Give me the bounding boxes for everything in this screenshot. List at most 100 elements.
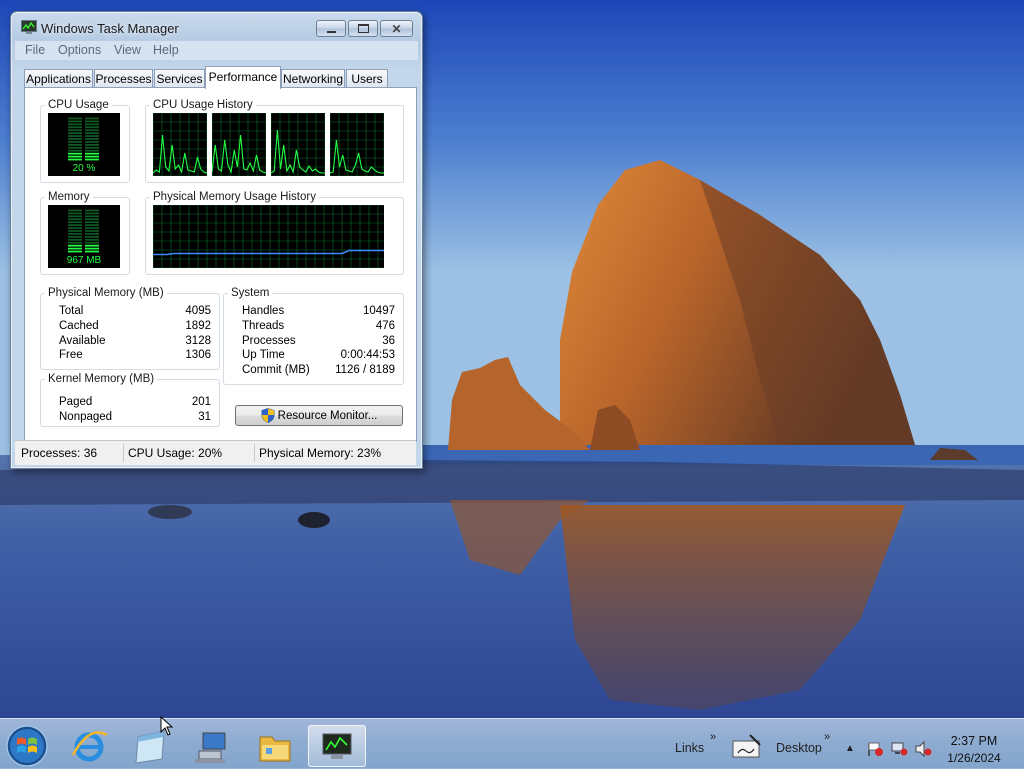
action-center-tray-button[interactable] [866,741,884,757]
memory-meter-segment [85,238,99,241]
resource-monitor-button[interactable]: Resource Monitor... [235,405,403,426]
cpu-meter-segment [85,135,99,137]
memory-meter-segment [85,236,99,238]
taskbar-task-manager[interactable] [308,725,366,767]
tab-performance[interactable]: Performance [205,66,281,89]
cpu-meter-segment [68,117,82,120]
cpu-history-graph-core-2 [212,113,266,176]
minimize-button[interactable] [316,20,346,37]
row-name: Free [59,349,83,361]
status-separator [123,444,124,462]
cpu-meter-segment [68,141,82,143]
row-value: 31 [198,411,211,423]
memory-meter-segment [85,244,99,247]
system-label: System [228,286,273,300]
memory-meter-segment [85,233,99,235]
network-computer-icon [195,732,226,763]
cpu-meter-segment [68,158,82,161]
memory-history-graph [153,205,384,268]
cpu-meter-segment [68,132,82,134]
cpu-meter-segment [85,126,99,129]
status-cpu: CPU Usage: 20% [128,446,223,460]
desktop-toolbar[interactable]: Desktop [776,741,822,755]
taskbar: Links » Desktop » ▲ 2:37 PM 1/26/2024 [0,718,1024,769]
cpu-history-graph-core-4 [330,113,384,176]
kernel-memory-row-nonpaged: Nonpaged 31 [59,410,211,424]
cpu-meter-segment [68,138,82,140]
memory-meter-segment [68,233,82,235]
cpu-meter-segment [85,152,99,155]
cpu-meter-segment [68,144,82,146]
system-row-processes: Processes 36 [242,334,395,348]
links-chevron-icon[interactable]: » [710,731,716,743]
kernel-memory-label: Kernel Memory (MB) [45,372,158,386]
start-button[interactable] [2,722,52,768]
row-value: 36 [382,335,395,347]
taskbar-internet-explorer[interactable] [63,725,115,767]
cpu-usage-group: CPU Usage 20 % [40,98,130,183]
maximize-button[interactable] [348,20,378,37]
system-row-threads: Threads 476 [242,319,395,333]
system-group: System Handles 10497 Threads 476 Process… [223,286,404,385]
tablet-input-button[interactable] [730,731,764,761]
row-value: 4095 [185,305,211,317]
cpu-meter-segment [85,123,99,126]
show-hidden-icons-icon[interactable]: ▲ [845,743,855,754]
memory-history-label: Physical Memory Usage History [150,190,319,204]
memory-meter-segment [68,221,82,224]
row-value: 10497 [363,305,395,317]
memory-meter-segment [85,247,99,250]
close-button[interactable]: ✕ [380,20,413,37]
task-manager-window: Windows Task Manager ✕ File Options View… [10,11,423,469]
memory-meter-segment [68,244,82,247]
network-status-icon [891,742,908,756]
links-toolbar[interactable]: Links [675,741,704,755]
start-orb-icon [6,725,48,767]
tab-networking[interactable]: Networking [281,69,345,87]
taskbar-network[interactable] [185,725,237,767]
close-icon: ✕ [391,21,402,36]
menu-file[interactable]: File [25,43,45,57]
status-separator [254,444,255,462]
clock-date[interactable]: 1/26/2024 [940,751,1008,765]
tab-applications[interactable]: Applications [24,69,93,87]
memory-history-group: Physical Memory Usage History [145,190,404,275]
action-center-flag-icon [868,742,883,756]
network-tray-button[interactable] [890,741,908,757]
memory-meter-segment [68,230,82,232]
memory-meter-segment [85,224,99,226]
system-row-uptime: Up Time 0:00:44:53 [242,348,395,362]
memory-meter-segment [85,227,99,229]
memory-meter-segment [68,241,82,244]
tab-processes[interactable]: Processes [94,69,153,87]
menu-view[interactable]: View [114,43,141,57]
kernel-memory-group: Kernel Memory (MB) Paged 201 Nonpaged 31 [40,372,220,427]
row-name: Paged [59,396,93,408]
physical-memory-row-total: Total 4095 [59,304,211,318]
performance-panel: CPU Usage 20 % CPU Usage History Memory … [24,87,417,442]
memory-meter-segment [85,209,99,212]
volume-tray-button[interactable] [914,740,932,758]
row-value: 3128 [185,335,211,347]
window-title: Windows Task Manager [41,21,179,36]
task-manager-icon [322,733,352,759]
status-memory: Physical Memory: 23% [259,446,382,460]
pen-tablet-icon [732,734,761,758]
desktop-chevron-icon[interactable]: » [824,731,830,743]
memory-meter-segment [68,209,82,212]
tab-users[interactable]: Users [346,69,388,87]
cpu-meter-segment [85,132,99,134]
title-bar[interactable]: Windows Task Manager ✕ [11,12,422,42]
menu-options[interactable]: Options [58,43,101,57]
physical-memory-label: Physical Memory (MB) [45,286,167,300]
cpu-meter-segment [85,120,99,123]
row-name: Total [59,305,84,317]
clock-time[interactable]: 2:37 PM [940,734,1008,748]
taskbar-file-explorer[interactable] [248,725,300,767]
tab-services[interactable]: Services [154,69,205,87]
row-name: Up Time [242,349,285,361]
volume-muted-icon [915,740,932,758]
cpu-meter-segment [85,146,99,149]
menu-help[interactable]: Help [153,43,179,57]
cpu-meter-segment [68,126,82,129]
